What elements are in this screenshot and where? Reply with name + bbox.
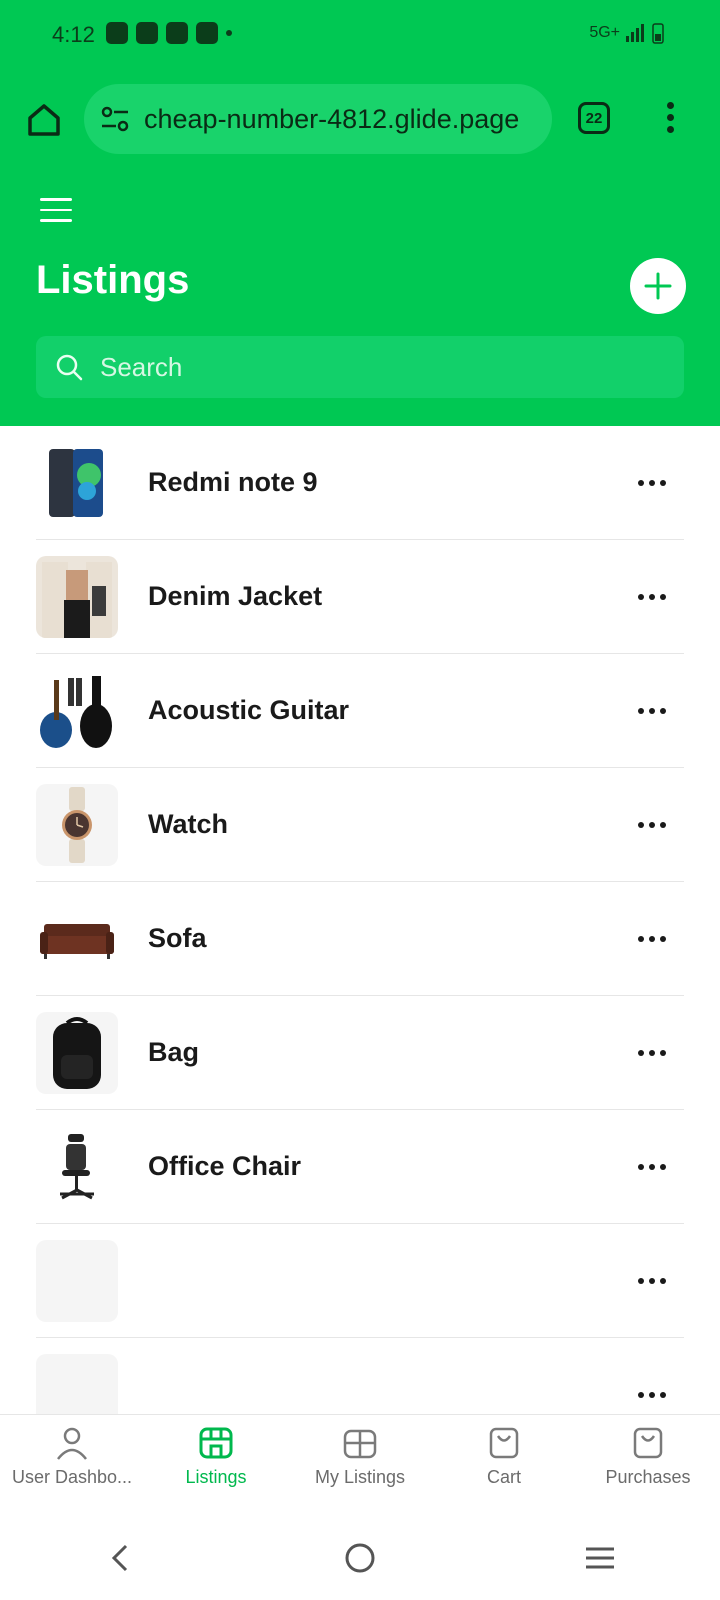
nav-label: Cart [486, 1467, 521, 1487]
tab-switcher-button[interactable]: 22 [578, 102, 610, 134]
listing-thumbnail-phone [36, 441, 118, 524]
nav-item-listings[interactable]: Listings [144, 1415, 288, 1517]
app-notification-icon [106, 22, 128, 44]
listings-list: Redmi note 9 Denim Jacket Acoustic Guita… [0, 426, 720, 1414]
browser-toolbar: cheap-number-4812.glide.page 22 [0, 72, 720, 169]
status-time: 4:12 [52, 22, 95, 47]
nav-item-purchases[interactable]: Purchases [576, 1415, 720, 1517]
address-bar[interactable]: cheap-number-4812.glide.page [84, 84, 552, 154]
listing-thumbnail-placeholder [36, 1239, 118, 1322]
shopping-icon [196, 22, 218, 44]
more-options-icon[interactable] [638, 1276, 668, 1286]
notification-icons [106, 22, 232, 44]
listing-thumbnail-placeholder [36, 1353, 118, 1414]
listing-title: Redmi note 9 [148, 467, 318, 497]
network-type: 5G+ [589, 24, 620, 41]
url-text[interactable]: cheap-number-4812.glide.page [144, 104, 519, 135]
listing-row[interactable]: Office Chair [36, 1110, 684, 1224]
back-icon[interactable] [100, 1538, 140, 1578]
listing-row[interactable] [36, 1224, 684, 1338]
more-notifications-dot [226, 30, 232, 36]
recents-icon[interactable] [580, 1538, 620, 1578]
listing-thumbnail-bag [36, 1011, 118, 1094]
status-right: 5G+ [589, 22, 664, 44]
grid-icon [343, 1429, 377, 1459]
youtube-icon [136, 22, 158, 44]
status-bar: 4:12 5G+ [0, 0, 720, 72]
app-notification-icon [166, 22, 188, 44]
home-circle-icon[interactable] [340, 1538, 380, 1578]
listing-thumbnail-guitar [36, 669, 118, 752]
plus-icon [644, 272, 672, 300]
page-title: Listings [36, 258, 190, 302]
listing-row[interactable]: Denim Jacket [36, 540, 684, 654]
nav-item-cart[interactable]: Cart [432, 1415, 576, 1517]
listing-row[interactable]: Acoustic Guitar [36, 654, 684, 768]
more-options-icon[interactable] [638, 478, 668, 488]
listing-title: Denim Jacket [148, 581, 323, 611]
app-header: Listings [0, 168, 720, 426]
more-options-icon[interactable] [638, 1162, 668, 1172]
store-icon [199, 1427, 233, 1459]
more-options-icon[interactable] [638, 1048, 668, 1058]
listing-thumbnail-chair [36, 1125, 118, 1208]
listing-thumbnail-sofa [36, 897, 118, 980]
nav-label: User Dashbo... [11, 1467, 133, 1487]
more-options-icon[interactable] [638, 934, 668, 944]
listing-title: Acoustic Guitar [148, 695, 350, 725]
nav-item-my-listings[interactable]: My Listings [288, 1415, 432, 1517]
listing-row[interactable] [36, 1338, 684, 1414]
nav-item-user-dashboard[interactable]: User Dashbo... [0, 1415, 144, 1517]
listing-row[interactable]: Sofa [36, 882, 684, 996]
bottom-navigation: User Dashbo... Listings My Listings Cart [0, 1414, 720, 1517]
browser-menu-icon[interactable] [664, 102, 676, 138]
more-options-icon[interactable] [638, 1390, 668, 1400]
battery-icon [652, 23, 664, 44]
listing-title: Watch [148, 809, 228, 839]
listing-row[interactable]: Bag [36, 996, 684, 1110]
listing-title: Office Chair [148, 1151, 302, 1181]
listing-thumbnail-watch [36, 783, 118, 866]
listing-row[interactable]: Watch [36, 768, 684, 882]
bag-icon [489, 1427, 519, 1459]
more-options-icon[interactable] [638, 592, 668, 602]
listing-row[interactable]: Redmi note 9 [36, 426, 684, 540]
listing-title: Bag [148, 1037, 200, 1067]
add-listing-button[interactable] [630, 258, 686, 314]
system-navigation [0, 1516, 720, 1600]
bag-icon [633, 1427, 663, 1459]
home-icon[interactable] [24, 100, 64, 140]
listing-title: Sofa [148, 923, 207, 953]
nav-label: Purchases [605, 1467, 691, 1487]
hamburger-menu-icon[interactable] [40, 198, 72, 222]
site-settings-icon[interactable] [98, 102, 132, 136]
search-box[interactable] [36, 336, 684, 398]
listing-thumbnail-jacket [36, 555, 118, 638]
search-input[interactable] [98, 350, 684, 384]
more-options-icon[interactable] [638, 706, 668, 716]
signal-icon [626, 24, 644, 42]
nav-label: Listings [185, 1467, 247, 1487]
nav-label: My Listings [314, 1467, 406, 1487]
more-options-icon[interactable] [638, 820, 668, 830]
user-icon [57, 1427, 87, 1460]
search-icon [56, 354, 83, 381]
